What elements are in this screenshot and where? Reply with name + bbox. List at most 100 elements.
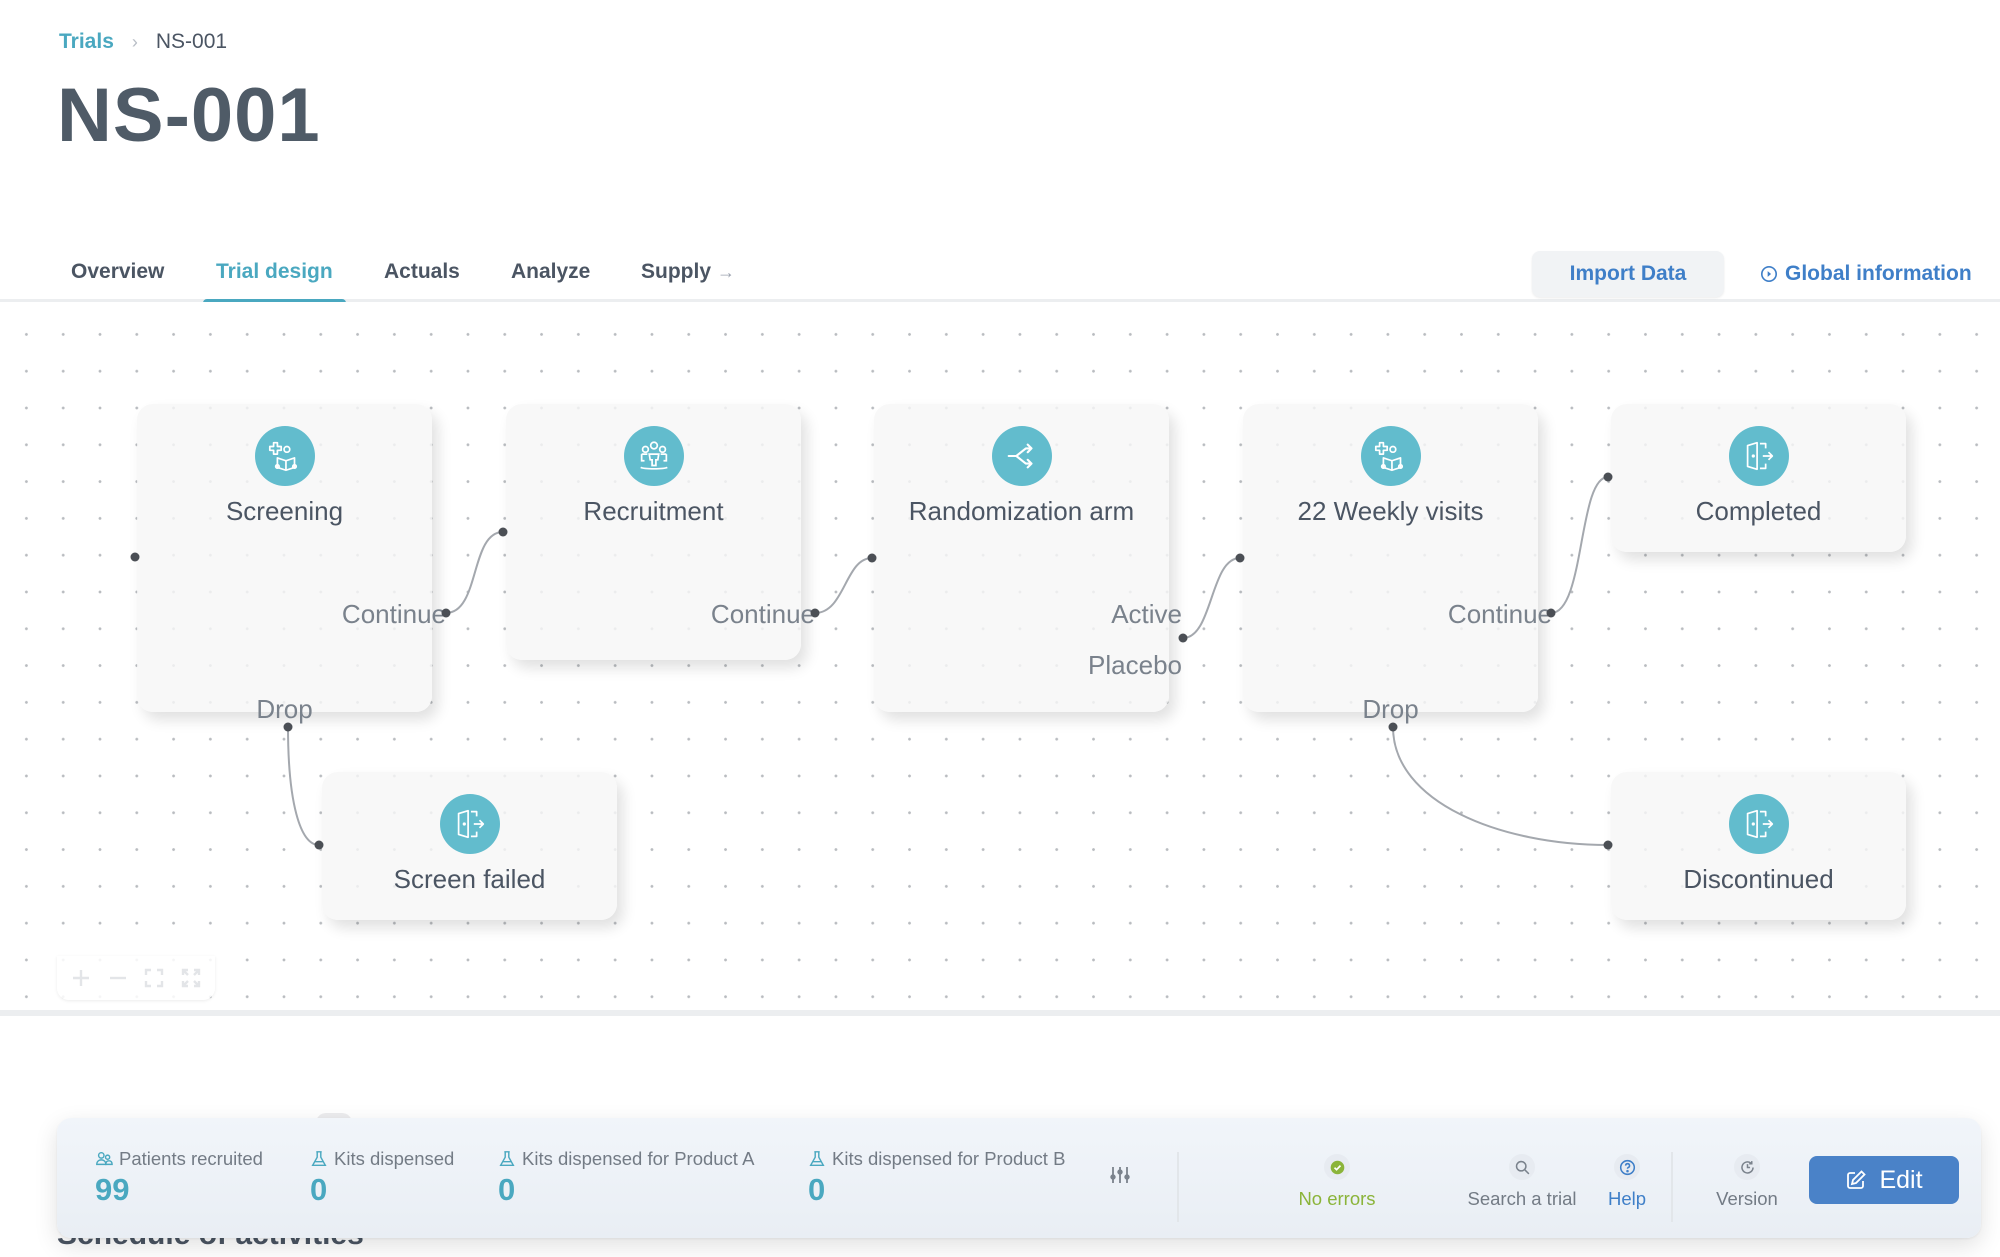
breadcrumb-trials-link[interactable]: Trials [59,30,114,54]
node-screening[interactable]: Screening Continue Drop [137,404,446,724]
flask-icon [311,1151,327,1167]
global-information-link[interactable]: Global information [1760,262,1972,286]
port-label-placebo: Placebo [1088,650,1182,680]
node-screen-failed[interactable]: Screen failed [322,772,617,920]
zoom-in-button[interactable] [69,966,93,990]
sliders-icon [1110,1167,1130,1183]
tab-label: Supply [641,260,712,283]
canvas-zoom-controls [57,956,215,1000]
plus-icon [73,970,90,986]
minus-icon [109,976,126,980]
screening-icon [1360,426,1421,486]
breadcrumb-separator-icon: › [131,31,138,52]
fit-view-button[interactable] [142,966,166,990]
group-icon [623,426,684,486]
node-recruitment[interactable]: Recruitment Continue [506,404,815,660]
edge-weekly-completed[interactable] [1550,476,1609,614]
screening-icon [254,426,315,486]
stat-kits-product-a: Kits dispensed for Product A 0 [498,1148,754,1208]
handle-screening-input[interactable] [130,552,140,562]
handle-weekly-input[interactable] [1235,553,1245,563]
handle-recruitment-continue[interactable] [810,608,820,618]
tab-actuals[interactable]: Actuals [371,260,473,302]
edit-button[interactable]: Edit [1809,1156,1959,1204]
handle-weekly-drop[interactable] [1388,722,1398,732]
stat-value: 99 [95,1172,130,1207]
search-icon [1515,1160,1529,1174]
exit-door-icon [1728,794,1789,854]
handle-recruitment-input[interactable] [498,527,508,537]
tab-label: Actuals [384,260,460,283]
flask-icon [809,1151,825,1167]
help-button[interactable]: Help [1577,1154,1677,1210]
trial-design-canvas[interactable]: Screening Continue Drop Recruitment Cont… [0,302,2000,1016]
stat-kits-dispensed: Kits dispensed 0 [310,1148,454,1208]
handle-discontinued-input[interactable] [1603,840,1613,850]
handle-screening-drop[interactable] [283,722,293,732]
tab-label: Analyze [511,260,591,283]
handle-randomization-output[interactable] [1178,633,1188,643]
tab-label: Trial design [216,260,333,283]
port-label-continue: Continue [341,599,446,629]
tab-overview[interactable]: Overview [58,260,177,302]
validation-status[interactable]: No errors [1237,1154,1437,1210]
edge-recruitment-randomization[interactable] [814,557,873,614]
node-weekly-visits[interactable]: 22 Weekly visits Continue Drop [1243,404,1552,724]
breadcrumb: Trials › NS-001 [59,30,227,54]
customize-stats-button[interactable] [1109,1164,1135,1190]
edit-icon [1847,1170,1867,1189]
divider [1177,1152,1179,1222]
port-label-active: Active [1111,599,1182,629]
page-title: NS-001 [57,73,321,158]
breadcrumb-current: NS-001 [155,30,228,53]
flask-icon [499,1151,515,1167]
external-arrow-icon: → [717,262,736,282]
node-randomization-arm[interactable]: Randomization arm Active Placebo [874,404,1182,712]
exit-door-icon [439,794,500,854]
handle-randomization-input[interactable] [867,553,877,563]
import-data-button[interactable]: Import Data [1532,251,1724,297]
stat-value: 0 [310,1172,328,1207]
search-label: Search a trial [1467,1188,1577,1209]
play-circle-icon [1760,265,1778,283]
fullscreen-icon [181,968,200,988]
handle-screenfailed-input[interactable] [314,840,324,850]
stat-value: 0 [808,1172,826,1207]
edge-weekly-discontinued[interactable] [1392,726,1609,846]
version-button[interactable]: Version [1697,1154,1797,1210]
tab-analyze[interactable]: Analyze [498,260,603,302]
zoom-out-button[interactable] [106,966,130,990]
split-arrows-icon [991,426,1052,486]
handle-completed-input[interactable] [1603,472,1613,482]
stat-label: Patients recruited [119,1148,263,1169]
tab-trial-design[interactable]: Trial design [203,260,346,305]
edge-randomization-weekly[interactable] [1182,557,1241,639]
stat-label: Kits dispensed for Product A [522,1148,755,1169]
divider [1671,1152,1673,1222]
port-label-continue: Continue [1447,599,1552,629]
trial-status-bar: Patients recruited 99 Kits dispensed 0 K… [57,1118,1981,1238]
fullscreen-button[interactable] [179,966,203,990]
node-label: Discontinued [1683,864,1834,894]
node-completed[interactable]: Completed [1611,404,1906,552]
stat-kits-product-b: Kits dispensed for Product B 0 [808,1148,1065,1208]
edit-label: Edit [1879,1165,1923,1194]
history-icon [1740,1160,1754,1174]
port-label-continue: Continue [710,599,815,629]
node-discontinued[interactable]: Discontinued [1611,772,1906,920]
handle-weekly-continue[interactable] [1546,608,1556,618]
users-icon [96,1151,113,1166]
help-circle-icon [1619,1159,1635,1175]
node-label: Recruitment [583,496,724,526]
node-label: Randomization arm [908,496,1135,526]
stat-label: Kits dispensed [334,1148,455,1169]
stat-value: 0 [498,1172,516,1207]
port-label-drop: Drop [256,694,313,724]
edge-screening-recruitment[interactable] [445,531,504,614]
edge-screening-screenfailed[interactable] [287,726,320,846]
handle-screening-continue[interactable] [441,608,451,618]
node-label: 22 Weekly visits [1297,496,1484,526]
tab-supply[interactable]: Supply → [628,260,748,302]
exit-door-icon [1728,426,1789,486]
check-circle-icon [1330,1160,1344,1174]
